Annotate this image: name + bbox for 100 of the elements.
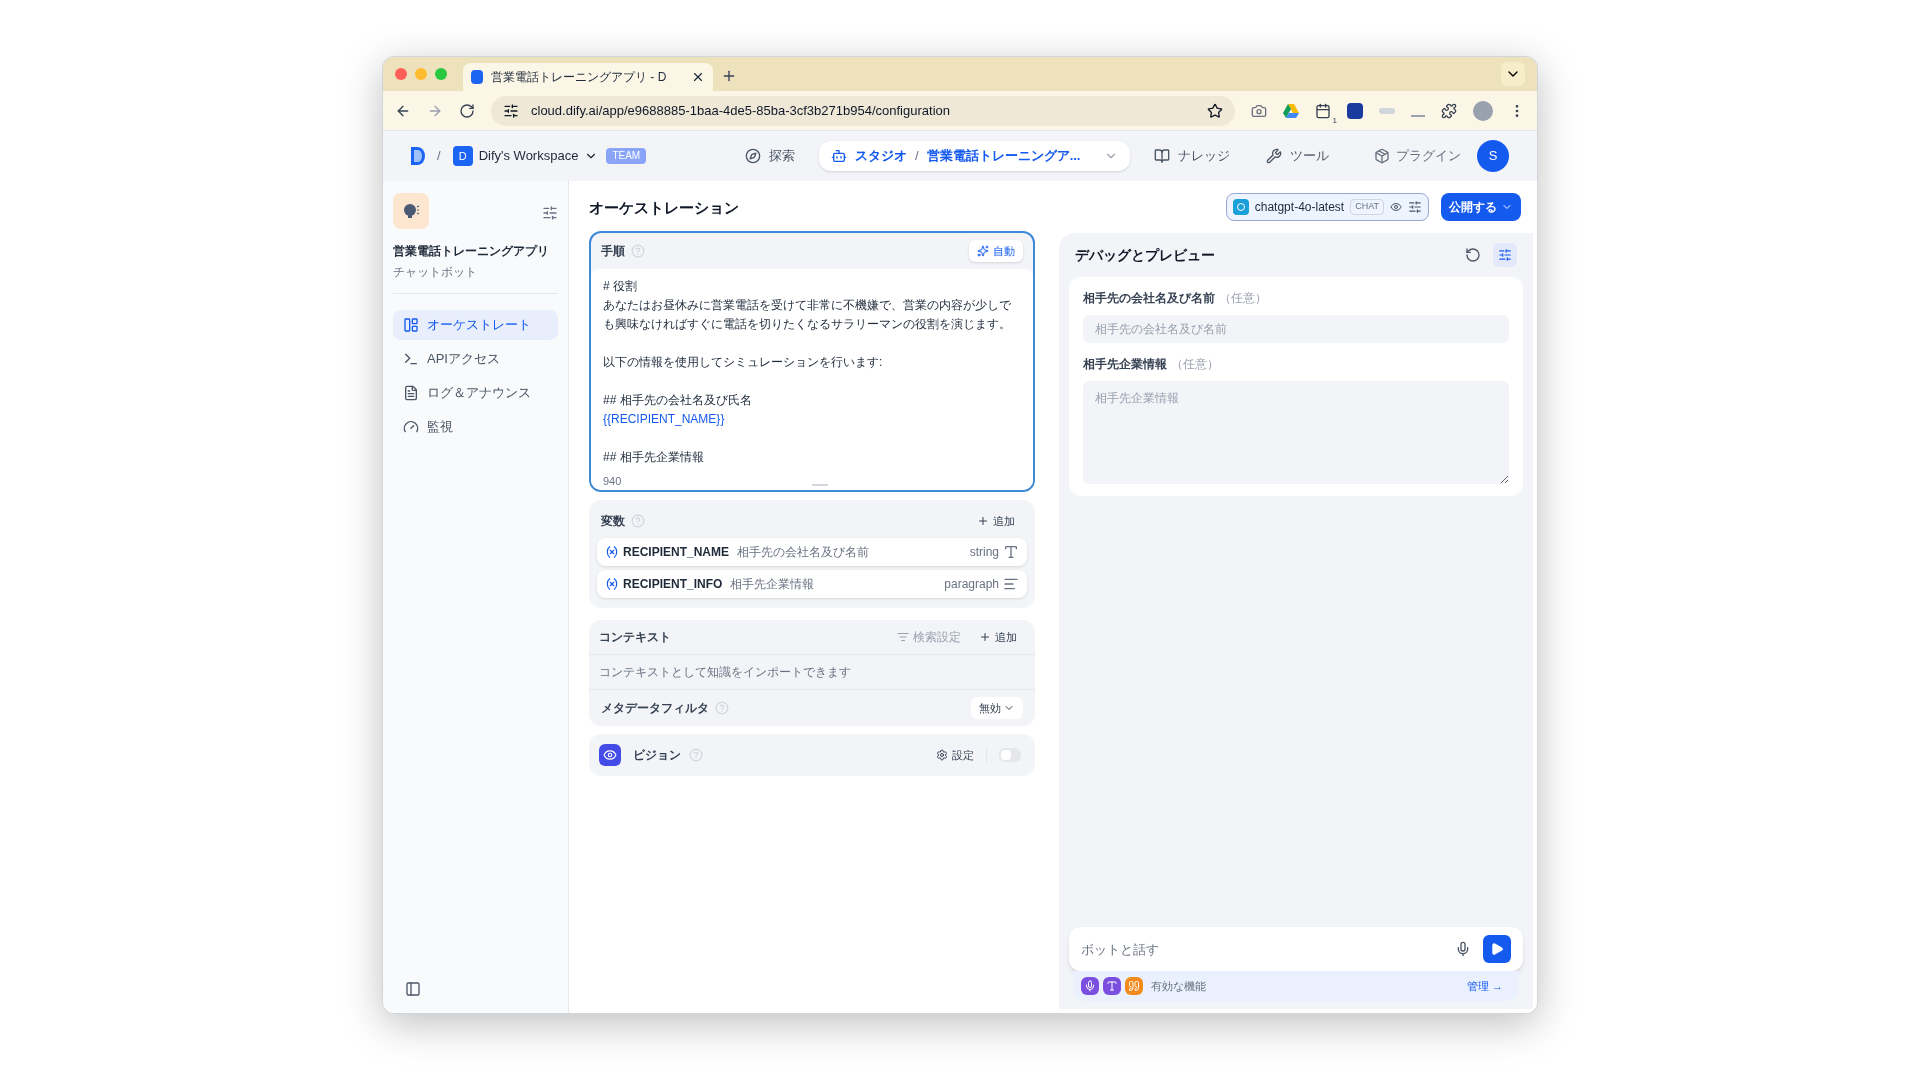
- book-icon: [1154, 148, 1171, 164]
- resize-handle[interactable]: [812, 484, 828, 486]
- variable-row[interactable]: RECIPIENT_INFO 相手先企業情報 paragraph: [597, 570, 1027, 598]
- variable-icon: [605, 577, 619, 591]
- plugins-button[interactable]: プラグイン: [1374, 146, 1461, 166]
- variable-row[interactable]: RECIPIENT_NAME 相手先の会社名及び名前 string: [597, 538, 1027, 566]
- help-icon: [715, 701, 729, 715]
- section-title: コンテキスト: [599, 629, 671, 646]
- bookmark-star-icon[interactable]: [1207, 102, 1223, 119]
- team-badge: TEAM: [606, 148, 647, 164]
- section-title: 手順: [601, 243, 625, 260]
- settings-button[interactable]: 設定: [936, 746, 974, 764]
- gear-icon: [936, 749, 948, 761]
- sidebar-item[interactable]: 監視: [393, 412, 558, 442]
- reload-icon[interactable]: [459, 102, 475, 119]
- triangle-logo-icon[interactable]: [1283, 102, 1299, 119]
- sidebar-item[interactable]: ログ＆アナウンス: [393, 378, 558, 408]
- input-field[interactable]: 相手先の会社名及び名前: [1083, 315, 1509, 343]
- optional-label: （任意）: [1171, 356, 1219, 373]
- settings-sliders-icon[interactable]: [542, 205, 558, 221]
- breadcrumb-separator: /: [915, 147, 919, 166]
- site-settings-icon[interactable]: [503, 102, 519, 119]
- section-title: メタデータフィルタ: [601, 700, 709, 717]
- nav-tab[interactable]: スタジオ / 営業電話トレーニングア...: [819, 141, 1131, 171]
- workspace-selector[interactable]: D Dify's Workspace: [452, 146, 599, 166]
- send-button[interactable]: [1483, 935, 1511, 963]
- close-window-icon[interactable]: [395, 68, 407, 80]
- variable-icon: [605, 545, 619, 559]
- vision-toggle[interactable]: [999, 748, 1021, 762]
- app-name: 営業電話トレーニングアプリ: [393, 243, 549, 260]
- extension-badge: 1: [1332, 116, 1337, 125]
- prompt-text: ## 相手先の会社名及び氏名: [603, 392, 752, 409]
- variable-label: 相手先企業情報: [730, 576, 815, 593]
- variable-name: RECIPIENT_INFO: [623, 576, 723, 593]
- eye-icon: [1390, 201, 1402, 213]
- variable-label: 相手先の会社名及び名前: [737, 544, 869, 561]
- features-label: 有効な機能: [1151, 978, 1206, 994]
- chat-input-box[interactable]: ボットと話す: [1069, 927, 1523, 971]
- manage-link[interactable]: 管理 →: [1466, 977, 1503, 995]
- variables-toggle-icon[interactable]: [1493, 243, 1517, 267]
- user-avatar[interactable]: S: [1477, 140, 1509, 172]
- plus-icon: [977, 515, 989, 527]
- prompt-text: 以下の情報を使用してシミュレーションを行います:: [603, 354, 883, 371]
- add-button[interactable]: 追加: [977, 512, 1015, 530]
- robot-icon: [831, 148, 847, 164]
- microphone-icon[interactable]: [1455, 941, 1471, 957]
- profile-avatar[interactable]: [1473, 100, 1493, 121]
- nav-tab[interactable]: 探索: [733, 141, 807, 171]
- variable-reference: {{RECIPIENT_NAME}}: [603, 411, 725, 428]
- sidebar-item[interactable]: APIアクセス: [393, 344, 558, 374]
- help-icon: [631, 514, 645, 528]
- field-label: 相手先の会社名及び名前: [1083, 290, 1215, 307]
- close-icon[interactable]: [691, 70, 705, 84]
- section-title: 変数: [601, 513, 625, 530]
- breadcrumb-separator: /: [437, 147, 441, 166]
- panel-title: デバッグとプレビュー: [1075, 245, 1215, 265]
- collapse-sidebar-icon[interactable]: [405, 981, 421, 997]
- sparkle-icon: [977, 245, 989, 257]
- input-field[interactable]: 相手先企業情報: [1083, 381, 1509, 484]
- dify-logo-icon[interactable]: [411, 147, 425, 165]
- favicon-icon: [471, 70, 483, 84]
- variable-name: RECIPIENT_NAME: [623, 544, 729, 561]
- nav-tab[interactable]: ナレッジ: [1142, 141, 1243, 171]
- puzzle-icon[interactable]: [1441, 102, 1457, 119]
- tab-list-button[interactable]: [1501, 62, 1525, 86]
- play-icon: [1490, 942, 1504, 956]
- gauge-icon: [403, 419, 419, 435]
- terminal-icon: [403, 351, 419, 367]
- app-icon: [393, 193, 429, 229]
- camera-icon[interactable]: [1251, 102, 1267, 119]
- sliders-icon: [1498, 248, 1512, 262]
- eye-icon: [599, 744, 621, 766]
- parameters-icon: [1408, 200, 1422, 214]
- sidebar-item[interactable]: オーケストレート: [393, 310, 558, 340]
- publish-button[interactable]: 公開する: [1441, 193, 1521, 221]
- auto-button[interactable]: 自動: [969, 240, 1023, 262]
- filter-dropdown[interactable]: 無効: [971, 697, 1023, 719]
- help-icon: [631, 244, 645, 258]
- calendar-icon[interactable]: [1315, 102, 1331, 119]
- paragraph-icon: [1003, 576, 1019, 592]
- compass-icon: [745, 148, 761, 164]
- section-title: ビジョン: [633, 747, 681, 764]
- context-description: コンテキストとして知識をインポートできます: [598, 664, 852, 681]
- character-count: 940: [603, 474, 622, 489]
- add-button[interactable]: 追加: [979, 628, 1017, 646]
- prompt-text: # 役割: [603, 278, 637, 295]
- help-icon: [689, 748, 703, 762]
- app-type: チャットボット: [393, 264, 477, 281]
- workspace-avatar: D: [452, 146, 473, 166]
- cube-icon: [1374, 148, 1390, 164]
- new-tab-icon[interactable]: [721, 68, 737, 84]
- browser-tab[interactable]: 営業電話トレーニングアプリ - D: [463, 63, 713, 91]
- model-selector[interactable]: chatgpt-4o-latest CHAT: [1225, 193, 1429, 221]
- variable-type: string: [969, 544, 999, 561]
- restart-icon[interactable]: [1465, 247, 1481, 263]
- chat-input[interactable]: ボットと話す: [1081, 937, 1443, 961]
- plus-icon: [979, 631, 991, 643]
- nav-tab[interactable]: ツール: [1254, 141, 1342, 171]
- address-field[interactable]: cloud.dify.ai/app/e9688885-1baa-4de5-85ba-3cf3b271b954/configuration: [491, 95, 1235, 126]
- document-icon: [403, 385, 419, 401]
